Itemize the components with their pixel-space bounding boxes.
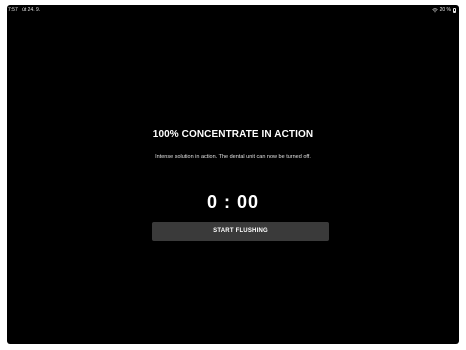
- countdown-timer: 0 : 00: [206, 192, 260, 212]
- wifi-icon: [431, 7, 438, 12]
- status-bar: 7:57 út 24. 9. 20 %: [7, 5, 459, 15]
- start-flushing-button[interactable]: START FLUSHING: [152, 222, 329, 241]
- page-description: Intense solution in action. The dental u…: [155, 154, 311, 160]
- battery-icon: [453, 7, 456, 13]
- status-right: 20 %: [431, 5, 456, 15]
- device-screen: 7:57 út 24. 9. 20 % 100% CONCENTRATE IN …: [7, 5, 459, 344]
- status-date: út 24. 9.: [22, 7, 41, 13]
- status-left: 7:57 út 24. 9.: [8, 5, 43, 15]
- status-time: 7:57: [8, 7, 18, 13]
- page-title: 100% CONCENTRATE IN ACTION: [152, 129, 314, 140]
- battery-percentage: 20 %: [439, 7, 451, 13]
